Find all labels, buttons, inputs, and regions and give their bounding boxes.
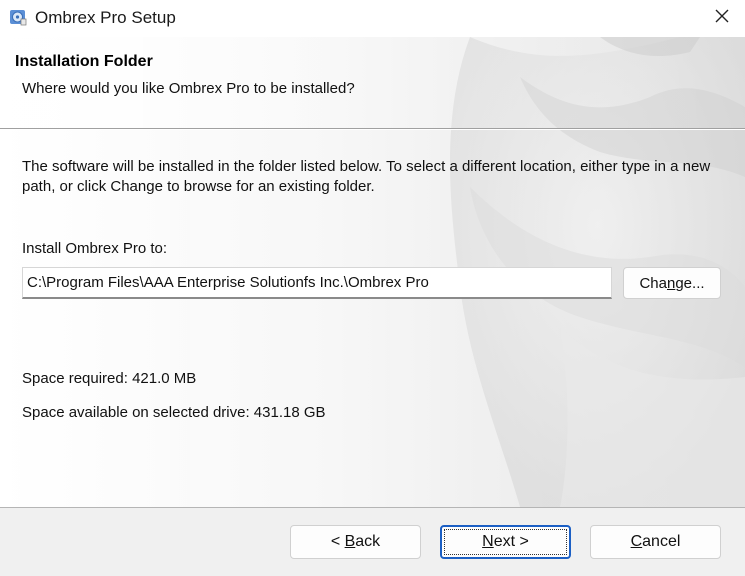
title-bar: Ombrex Pro Setup: [0, 0, 745, 37]
cancel-button[interactable]: Cancel: [590, 525, 721, 559]
space-available-text: Space available on selected drive: 431.1…: [22, 404, 326, 421]
next-button[interactable]: Next >: [440, 525, 571, 559]
back-label-suffix: ack: [355, 533, 381, 550]
back-label-prefix: <: [330, 533, 345, 550]
window-title: Ombrex Pro Setup: [35, 8, 176, 27]
focus-rectangle: [444, 529, 567, 555]
installer-disc-icon: [9, 8, 27, 26]
page-subtitle: Where would you like Ombrex Pro to be in…: [22, 80, 355, 97]
back-button[interactable]: < Back: [290, 525, 421, 559]
install-path-label: Install Ombrex Pro to:: [22, 240, 168, 257]
cancel-label-suffix: ancel: [642, 533, 681, 550]
header-divider-highlight: [0, 129, 745, 130]
close-icon: [714, 8, 730, 29]
close-button[interactable]: [699, 0, 745, 37]
back-mnemonic: B: [344, 533, 356, 550]
space-required-text: Space required: 421.0 MB: [22, 370, 197, 387]
change-mnemonic: n: [667, 274, 676, 292]
cancel-mnemonic: C: [630, 533, 643, 550]
change-label-prefix: Cha: [639, 274, 667, 292]
setup-window: Ombrex Pro Setup Installation Folder Whe…: [0, 0, 745, 576]
instructions-text: The software will be installed in the fo…: [22, 158, 711, 195]
page-title: Installation Folder: [15, 53, 153, 70]
change-button[interactable]: Cha n ge...: [623, 267, 721, 299]
install-path-input[interactable]: [22, 267, 612, 299]
change-label-suffix: ge...: [675, 274, 705, 292]
